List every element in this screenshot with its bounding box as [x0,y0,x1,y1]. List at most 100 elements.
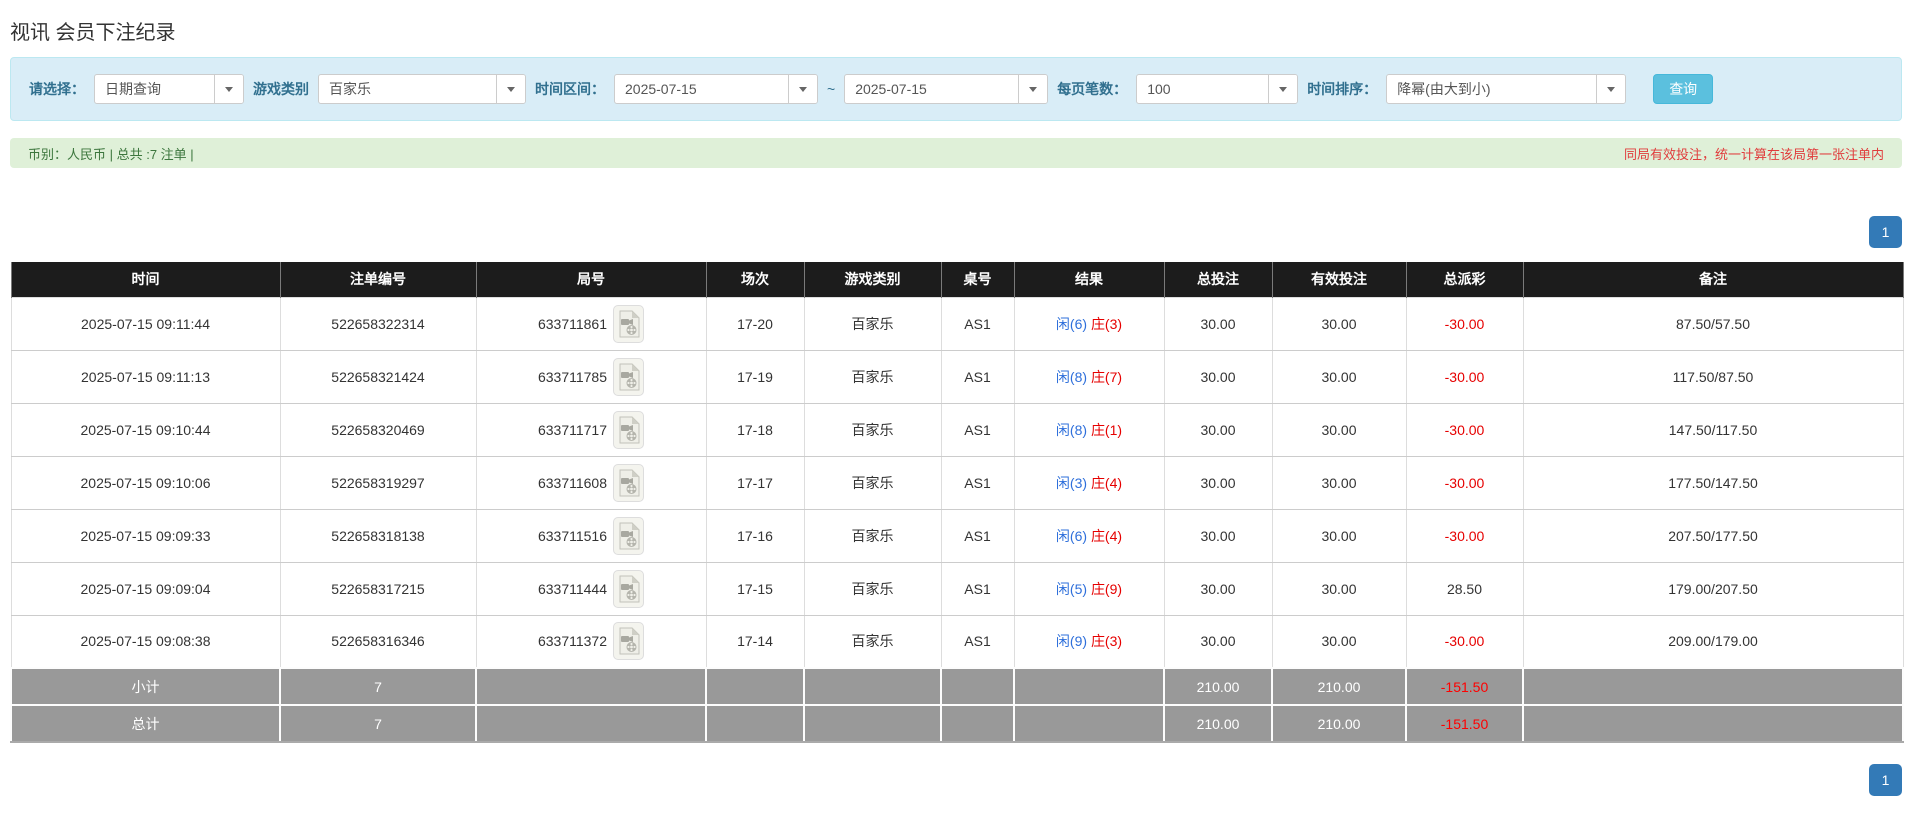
date-from-select[interactable]: 2025-07-15 [614,74,818,104]
video-replay-icon[interactable] [613,622,645,661]
date-to-value: 2025-07-15 [855,81,927,97]
subtotal-row: 小计 7 210.00 210.00 -151.50 [10,667,1904,706]
cell-table-id: AS1 [940,349,1015,404]
video-replay-icon[interactable] [613,410,645,449]
subtotal-total-bet: 210.00 [1163,667,1273,706]
header-payout: 总派彩 [1405,262,1524,297]
query-type-label: 请选择： [29,81,85,97]
header-time: 时间 [10,262,281,297]
total-label: 总计 [10,704,281,743]
cell-remark: 209.00/179.00 [1522,614,1904,669]
cell-total-bet: 30.00 [1163,614,1273,669]
currency-total-text: 币别：人民币 | 总共 :7 注单 | [28,146,194,162]
cell-result: 闲(8) 庄(1) [1013,402,1165,457]
table-row: 2025-07-15 09:10:06 522658319297 6337116… [10,455,1904,510]
chevron-down-icon[interactable] [1596,75,1626,103]
cell-time: 2025-07-15 09:11:13 [10,349,281,404]
cell-round-id: 633711861 [475,296,707,351]
game-type-select[interactable]: 百家乐 [318,74,526,104]
result-player: 闲(8) [1055,368,1088,385]
cell-valid-bet: 30.00 [1271,455,1407,510]
cell-remark: 87.50/57.50 [1522,296,1904,351]
total-payout: -151.50 [1405,704,1524,743]
cell-round-id: 633711608 [475,455,707,510]
page-button[interactable]: 1 [1869,216,1902,248]
cell-bet-id: 522658319297 [279,455,477,510]
result-player: 闲(8) [1055,421,1088,438]
video-replay-icon[interactable] [613,569,645,608]
cell-game-type: 百家乐 [803,561,942,616]
cell-table-id: AS1 [940,296,1015,351]
chevron-down-icon[interactable] [214,75,243,103]
cell-valid-bet: 30.00 [1271,349,1407,404]
cell-session: 17-15 [705,561,805,616]
cell-result: 闲(8) 庄(7) [1013,349,1165,404]
cell-payout: -30.00 [1405,402,1524,457]
result-player: 闲(6) [1055,527,1088,544]
cell-time: 2025-07-15 09:11:44 [10,296,281,351]
cell-valid-bet: 30.00 [1271,508,1407,563]
query-button[interactable]: 查询 [1653,74,1714,104]
video-replay-icon[interactable] [613,516,645,555]
cell-valid-bet: 30.00 [1271,561,1407,616]
cell-result: 闲(5) 庄(9) [1013,561,1165,616]
result-player: 闲(5) [1055,580,1088,597]
cell-result: 闲(6) 庄(3) [1013,296,1165,351]
valid-bet-note: 同局有效投注，统一计算在该局第一张注单内 [1623,146,1884,162]
cell-payout: 28.50 [1405,561,1524,616]
cell-session: 17-18 [705,402,805,457]
round-number: 633711717 [537,421,608,438]
round-number: 633711785 [537,368,608,385]
video-replay-icon[interactable] [613,357,645,396]
chevron-down-icon[interactable] [788,75,817,103]
cell-time: 2025-07-15 09:10:06 [10,455,281,510]
cell-round-id: 633711372 [475,614,707,669]
page-size-label: 每页笔数： [1057,81,1128,97]
filter-panel: 请选择： 日期查询 游戏类别 百家乐 时间区间： 2025-07-15 ~ 20… [10,57,1902,121]
query-type-select[interactable]: 日期查询 [94,74,244,104]
chevron-down-icon[interactable] [1018,75,1048,103]
page-size-select[interactable]: 100 [1136,74,1299,104]
cell-round-id: 633711444 [475,561,707,616]
cell-game-type: 百家乐 [803,508,942,563]
total-row: 总计 7 210.00 210.00 -151.50 [10,704,1904,743]
date-to-select[interactable]: 2025-07-15 [844,74,1049,104]
cell-total-bet: 30.00 [1163,402,1273,457]
page-button[interactable]: 1 [1869,764,1902,796]
cell-table-id: AS1 [940,455,1015,510]
video-replay-icon[interactable] [613,304,645,343]
round-number: 633711608 [537,474,608,491]
cell-game-type: 百家乐 [803,614,942,669]
header-valid-bet: 有效投注 [1271,262,1407,297]
video-replay-icon[interactable] [613,463,645,502]
chevron-down-icon[interactable] [1268,75,1298,103]
cell-valid-bet: 30.00 [1271,402,1407,457]
cell-result: 闲(6) 庄(4) [1013,508,1165,563]
result-banker: 庄(3) [1090,633,1123,650]
chevron-down-icon[interactable] [496,75,525,103]
cell-total-bet: 30.00 [1163,349,1273,404]
cell-game-type: 百家乐 [803,296,942,351]
header-game-type: 游戏类别 [803,262,942,297]
cell-game-type: 百家乐 [803,349,942,404]
cell-valid-bet: 30.00 [1271,614,1407,669]
table-row: 2025-07-15 09:11:13 522658321424 6337117… [10,349,1904,404]
cell-payout: -30.00 [1405,508,1524,563]
query-type-value: 日期查询 [105,81,161,97]
cell-table-id: AS1 [940,561,1015,616]
cell-remark: 207.50/177.50 [1522,508,1904,563]
game-type-label: 游戏类别 [253,81,309,97]
table-row: 2025-07-15 09:10:44 522658320469 6337117… [10,402,1904,457]
cell-bet-id: 522658316346 [279,614,477,669]
cell-remark: 177.50/147.50 [1522,455,1904,510]
cell-bet-id: 522658317215 [279,561,477,616]
cell-session: 17-14 [705,614,805,669]
pagination-top: 1 [10,216,1902,248]
cell-time: 2025-07-15 09:08:38 [10,614,281,669]
cell-bet-id: 522658320469 [279,402,477,457]
cell-result: 闲(9) 庄(3) [1013,614,1165,669]
cell-payout: -30.00 [1405,455,1524,510]
time-sort-select[interactable]: 降幂(由大到小) [1386,74,1627,104]
cell-total-bet: 30.00 [1163,508,1273,563]
bet-records-table: 时间 注单编号 局号 场次 游戏类别 桌号 结果 总投注 有效投注 总派彩 备注… [10,262,1904,743]
